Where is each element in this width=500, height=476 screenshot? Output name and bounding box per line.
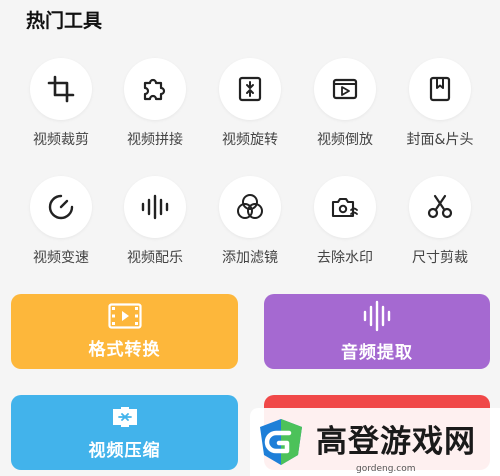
tool-reverse-label: 视频倒放: [317, 132, 373, 148]
puzzle-icon: [143, 78, 166, 101]
tool-merge[interactable]: 视频拼接: [110, 58, 200, 149]
crop-icon: [47, 75, 75, 103]
site-logo-icon: [260, 419, 302, 465]
filter-circles-icon: [237, 194, 263, 219]
tool-crop-label: 视频裁剪: [33, 132, 89, 148]
remove-watermark-icon: [331, 197, 358, 218]
audio-wave-icon: [363, 300, 391, 332]
tool-watermark[interactable]: 去除水印: [300, 176, 390, 267]
format-convert-label: 格式转换: [88, 340, 161, 360]
tool-size-crop-label: 尺寸剪裁: [412, 250, 468, 266]
tool-music-circle: [124, 176, 186, 238]
tool-reverse-circle: [314, 58, 376, 120]
speed-gauge-icon: [48, 194, 74, 220]
tool-speed-label: 视频变速: [33, 250, 89, 266]
tool-filter-circle: [219, 176, 281, 238]
compress-icon: [112, 407, 137, 427]
soundwave-icon: [141, 194, 169, 220]
rotate-icon: [238, 76, 262, 102]
tool-cover-label: 封面&片头: [406, 132, 474, 148]
site-watermark: 高登游戏网 gordeng.com: [250, 408, 500, 476]
tool-speed-circle: [30, 176, 92, 238]
section-title: 热门工具: [26, 10, 103, 32]
tool-cover-circle: [409, 58, 471, 120]
tool-merge-label: 视频拼接: [127, 132, 183, 148]
tool-music[interactable]: 视频配乐: [110, 176, 200, 267]
tool-filter[interactable]: 添加滤镜: [205, 176, 295, 267]
tool-reverse[interactable]: 视频倒放: [300, 58, 390, 149]
tool-music-label: 视频配乐: [127, 250, 183, 266]
tool-watermark-label: 去除水印: [317, 250, 373, 266]
scissors-icon: [427, 194, 453, 219]
tool-crop-circle: [30, 58, 92, 120]
tool-size-crop[interactable]: 尺寸剪裁: [395, 176, 485, 267]
format-convert-card[interactable]: 格式转换: [11, 294, 238, 369]
tool-speed[interactable]: 视频变速: [16, 176, 106, 267]
watermark-text: 高登游戏网: [316, 423, 476, 460]
tool-rotate-circle: [219, 58, 281, 120]
tool-rotate[interactable]: 视频旋转: [205, 58, 295, 149]
video-compress-card[interactable]: 视频压缩: [11, 395, 238, 470]
watermark-sub: gordeng.com: [356, 464, 416, 474]
tool-size-crop-circle: [409, 176, 471, 238]
film-icon: [107, 303, 142, 329]
tool-filter-label: 添加滤镜: [222, 250, 278, 266]
audio-extract-card[interactable]: 音频提取: [264, 294, 490, 369]
tool-merge-circle: [124, 58, 186, 120]
video-compress-label: 视频压缩: [88, 441, 161, 461]
tool-crop[interactable]: 视频裁剪: [16, 58, 106, 149]
tool-rotate-label: 视频旋转: [222, 132, 278, 148]
bookmark-icon: [429, 76, 451, 102]
tool-cover[interactable]: 封面&片头: [395, 58, 485, 149]
audio-extract-label: 音频提取: [341, 343, 413, 363]
reverse-play-icon: [332, 78, 358, 100]
tool-watermark-circle: [314, 176, 376, 238]
